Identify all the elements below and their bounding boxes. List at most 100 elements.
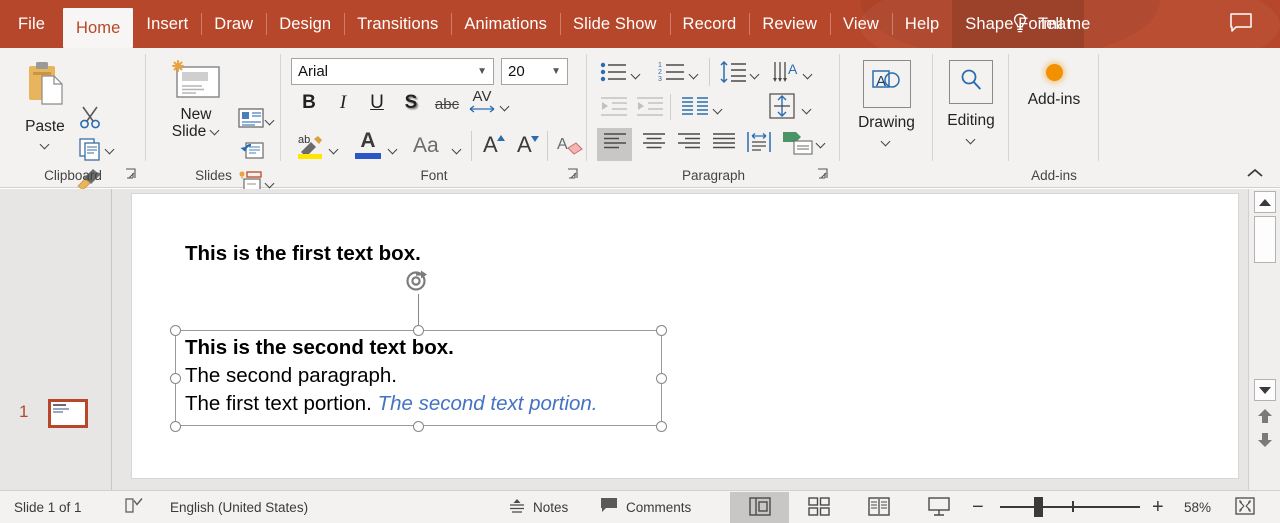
new-slide-button[interactable]: New Slide bbox=[160, 58, 232, 140]
align-text-button[interactable] bbox=[767, 92, 797, 125]
editing-button[interactable]: Editing bbox=[941, 60, 1001, 150]
font-color-button[interactable]: A bbox=[355, 130, 381, 159]
comments-status-button[interactable]: Comments bbox=[600, 491, 691, 523]
scroll-down-button[interactable] bbox=[1254, 379, 1276, 401]
tab-view[interactable]: View bbox=[830, 0, 892, 48]
font-color-dropdown-chevron-icon[interactable] bbox=[389, 142, 398, 160]
tab-slide-show[interactable]: Slide Show bbox=[559, 0, 670, 48]
language-indicator[interactable]: English (United States) bbox=[170, 491, 308, 523]
justify-button[interactable] bbox=[706, 128, 741, 161]
font-dialog-launcher[interactable] bbox=[566, 167, 582, 183]
tell-me-box[interactable]: Tell me bbox=[1010, 0, 1090, 48]
view-normal-button[interactable] bbox=[730, 492, 789, 523]
change-case-button[interactable]: Aa bbox=[413, 134, 439, 158]
clear-formatting-button[interactable]: A bbox=[555, 132, 585, 165]
increase-indent-button[interactable] bbox=[635, 95, 665, 124]
notes-button[interactable]: Notes bbox=[508, 491, 568, 523]
align-left-button[interactable] bbox=[597, 128, 632, 161]
decrease-font-size-button[interactable]: A bbox=[517, 132, 539, 158]
scroll-up-button[interactable] bbox=[1254, 191, 1276, 213]
numbering-dropdown-chevron-icon[interactable] bbox=[690, 67, 699, 85]
fit-slide-button[interactable] bbox=[1234, 491, 1256, 523]
strikethrough-button[interactable]: abc bbox=[432, 96, 462, 113]
bullets-button[interactable] bbox=[599, 60, 629, 89]
view-slideshow-button[interactable] bbox=[909, 492, 968, 523]
italic-button[interactable]: I bbox=[331, 92, 355, 114]
zoom-slider[interactable] bbox=[1000, 497, 1140, 517]
line-spacing-button[interactable] bbox=[718, 59, 748, 90]
columns-dropdown-chevron-icon[interactable] bbox=[714, 102, 723, 120]
drawing-dropdown-chevron-icon[interactable] bbox=[854, 134, 919, 152]
zoom-out-button[interactable]: − bbox=[972, 491, 984, 523]
resize-handle-middle-right[interactable] bbox=[656, 372, 667, 384]
line-spacing-dropdown-chevron-icon[interactable] bbox=[751, 67, 760, 85]
collapse-ribbon-button[interactable] bbox=[1244, 165, 1266, 183]
tab-design[interactable]: Design bbox=[266, 0, 344, 48]
tab-insert[interactable]: Insert bbox=[133, 0, 201, 48]
reset-slide-button[interactable] bbox=[236, 138, 266, 167]
slide-count[interactable]: Slide 1 of 1 bbox=[14, 491, 82, 523]
text-highlight-button[interactable]: ab bbox=[295, 130, 327, 165]
drawing-button[interactable]: A Drawing bbox=[854, 60, 919, 152]
copy-dropdown-chevron-icon[interactable] bbox=[106, 142, 115, 160]
resize-handle-top-center[interactable] bbox=[413, 324, 424, 336]
character-spacing-dropdown-chevron-icon[interactable] bbox=[501, 99, 510, 117]
paragraph-dialog-launcher[interactable] bbox=[816, 167, 832, 183]
tab-record[interactable]: Record bbox=[669, 0, 750, 48]
zoom-level[interactable]: 58% bbox=[1184, 491, 1211, 523]
clipboard-dialog-launcher[interactable] bbox=[124, 167, 140, 183]
increase-font-size-button[interactable]: A bbox=[483, 132, 505, 158]
resize-handle-top-right[interactable] bbox=[656, 324, 667, 336]
tab-help[interactable]: Help bbox=[891, 0, 952, 48]
addins-button[interactable]: Add-ins bbox=[1017, 64, 1091, 108]
zoom-slider-thumb[interactable] bbox=[1034, 497, 1043, 517]
resize-handle-top-left[interactable] bbox=[169, 324, 181, 336]
paste-dropdown-chevron-icon[interactable] bbox=[14, 137, 76, 155]
new-slide-dropdown-chevron-icon[interactable] bbox=[211, 127, 220, 136]
vertical-scrollbar[interactable] bbox=[1248, 189, 1280, 490]
spellcheck-button[interactable] bbox=[124, 491, 144, 523]
zoom-in-button[interactable]: + bbox=[1152, 491, 1164, 523]
comments-button[interactable] bbox=[1228, 0, 1254, 48]
align-text-dropdown-chevron-icon[interactable] bbox=[803, 102, 812, 120]
slide-surface[interactable]: This is the first text box. This is the … bbox=[131, 193, 1239, 479]
underline-button[interactable]: U bbox=[365, 92, 389, 114]
slide-thumbnail-pane[interactable]: 1 bbox=[0, 189, 112, 490]
tab-home[interactable]: Home bbox=[63, 8, 134, 48]
tab-review[interactable]: Review bbox=[749, 0, 830, 48]
paste-button[interactable]: Paste bbox=[14, 58, 76, 158]
change-case-dropdown-chevron-icon[interactable] bbox=[453, 142, 462, 160]
rotate-handle[interactable] bbox=[404, 269, 432, 297]
view-slide-sorter-button[interactable] bbox=[789, 492, 848, 523]
text-direction-dropdown-chevron-icon[interactable] bbox=[804, 67, 813, 85]
textbox-1[interactable]: This is the first text box. bbox=[185, 242, 421, 266]
tab-transitions[interactable]: Transitions bbox=[344, 0, 451, 48]
decrease-indent-button[interactable] bbox=[599, 95, 629, 124]
previous-slide-button[interactable] bbox=[1256, 408, 1274, 425]
textbox-2[interactable]: This is the second text box. The second … bbox=[185, 334, 705, 418]
text-direction-button[interactable]: A bbox=[771, 59, 801, 90]
resize-handle-bottom-right[interactable] bbox=[656, 420, 667, 432]
slide-layout-dropdown-chevron-icon[interactable] bbox=[266, 113, 275, 131]
smartart-dropdown-chevron-icon[interactable] bbox=[817, 136, 826, 154]
convert-to-smartart-button[interactable] bbox=[781, 128, 815, 163]
scrollbar-thumb[interactable] bbox=[1254, 216, 1276, 263]
next-slide-button[interactable] bbox=[1256, 431, 1274, 448]
tab-draw[interactable]: Draw bbox=[201, 0, 266, 48]
slide-thumbnail-1[interactable] bbox=[48, 399, 88, 428]
tab-file[interactable]: File bbox=[0, 0, 63, 48]
copy-button[interactable] bbox=[76, 136, 104, 167]
columns-button[interactable] bbox=[680, 95, 710, 124]
font-size-combobox[interactable]: 20 ▼ bbox=[501, 58, 568, 85]
font-name-combobox[interactable]: Arial ▼ bbox=[291, 58, 494, 85]
highlight-dropdown-chevron-icon[interactable] bbox=[330, 142, 339, 160]
resize-handle-bottom-left[interactable] bbox=[169, 420, 181, 432]
text-shadow-button[interactable]: S bbox=[399, 92, 423, 114]
resize-handle-middle-left[interactable] bbox=[169, 372, 181, 384]
resize-handle-bottom-center[interactable] bbox=[413, 420, 424, 432]
text-fit-button[interactable] bbox=[741, 128, 776, 161]
bold-button[interactable]: B bbox=[297, 92, 321, 114]
cut-button[interactable] bbox=[76, 104, 104, 135]
slide-layout-button[interactable] bbox=[236, 106, 266, 135]
numbering-button[interactable]: 123 bbox=[657, 60, 687, 89]
